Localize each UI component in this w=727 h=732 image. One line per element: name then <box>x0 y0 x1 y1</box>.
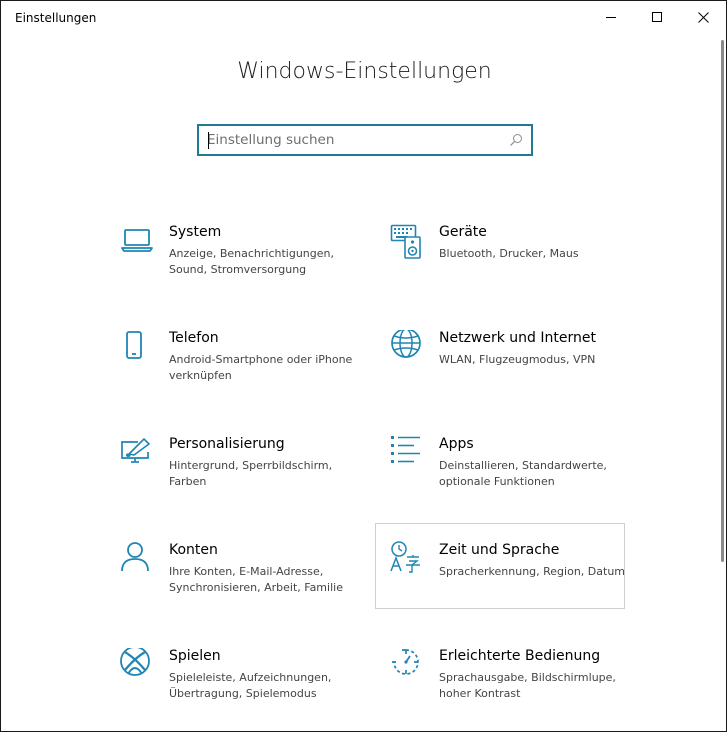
tile-description: Hintergrund, Sperrbildschirm, Farben <box>169 459 333 488</box>
tile-title: Geräte <box>439 224 487 240</box>
tile-apps[interactable]: Apps Deinstallieren, Standardwerte, opti… <box>389 435 637 519</box>
search-icon[interactable] <box>509 133 523 147</box>
tile-title: Spielen <box>169 648 221 664</box>
tile-title: Zeit und Sprache <box>439 542 560 558</box>
laptop-icon <box>120 224 156 260</box>
scrollbar-thumb[interactable] <box>721 40 724 562</box>
tile-description: Sprachausgabe, Bildschirmlupe, hoher Kon… <box>439 671 616 700</box>
devices-icon <box>390 224 426 260</box>
close-icon <box>697 12 709 23</box>
vertical-scrollbar[interactable] <box>720 34 726 562</box>
text-caret <box>208 132 209 149</box>
tile-description: Ihre Konten, E-Mail-Adresse, Synchronisi… <box>169 565 343 594</box>
person-icon <box>120 542 156 578</box>
paint-brush-icon <box>120 436 156 472</box>
minimize-icon <box>605 17 616 18</box>
tile-title: Telefon <box>169 330 219 346</box>
tile-title: Personalisierung <box>169 436 285 452</box>
time-language-icon <box>389 541 425 577</box>
maximize-button[interactable] <box>634 1 680 34</box>
tile-personalization[interactable]: Personalisierung Hintergrund, Sperrbilds… <box>119 435 367 519</box>
tile-accounts[interactable]: Konten Ihre Konten, E-Mail-Adresse, Sync… <box>119 541 367 625</box>
tile-system[interactable]: System Anzeige, Benachrichtigungen, Soun… <box>119 223 367 307</box>
phone-icon <box>120 330 156 366</box>
tile-gaming[interactable]: Spielen Spieleleiste, Aufzeichnungen, Üb… <box>119 647 367 731</box>
tile-title: Erleichterte Bedienung <box>439 648 601 664</box>
settings-window: Einstellungen Windows-Einstellungen Eins… <box>0 0 727 732</box>
tile-description: WLAN, Flugzeugmodus, VPN <box>439 353 596 366</box>
tile-phone[interactable]: Telefon Android-Smartphone oder iPhone v… <box>119 329 367 413</box>
tile-network[interactable]: Netzwerk und Internet WLAN, Flugzeugmodu… <box>389 329 637 413</box>
tile-description: Deinstallieren, Standardwerte, optionale… <box>439 459 607 488</box>
tile-description: Spracherkennung, Region, Datum <box>439 565 626 578</box>
tile-title: Netzwerk und Internet <box>439 330 596 346</box>
tile-ease-of-access[interactable]: Erleichterte Bedienung Sprachausgabe, Bi… <box>389 647 637 731</box>
globe-icon <box>390 330 426 366</box>
page-title: Windows-Einstellungen <box>237 59 492 84</box>
maximize-icon <box>651 12 662 22</box>
search-box[interactable] <box>197 124 533 156</box>
ease-of-access-icon <box>390 648 426 684</box>
tile-description: Android-Smartphone oder iPhone verknüpfe… <box>169 353 353 382</box>
tile-time-language[interactable]: Zeit und Sprache Spracherkennung, Region… <box>375 523 625 609</box>
xbox-icon <box>120 648 156 684</box>
search-input[interactable] <box>207 126 497 154</box>
tile-title: Apps <box>439 436 474 452</box>
tile-description: Bluetooth, Drucker, Maus <box>439 247 579 260</box>
apps-list-icon <box>390 436 426 472</box>
tile-devices[interactable]: Geräte Bluetooth, Drucker, Maus <box>389 223 637 307</box>
title-bar[interactable]: Einstellungen <box>1 1 726 34</box>
tile-title: Konten <box>169 542 218 558</box>
tile-description: Anzeige, Benachrichtigungen, Sound, Stro… <box>169 247 334 276</box>
window-title: Einstellungen <box>15 11 97 25</box>
minimize-button[interactable] <box>588 1 634 34</box>
tile-description: Spieleleiste, Aufzeichnungen, Übertragun… <box>169 671 332 700</box>
close-button[interactable] <box>680 1 726 34</box>
tile-title: System <box>169 224 222 240</box>
